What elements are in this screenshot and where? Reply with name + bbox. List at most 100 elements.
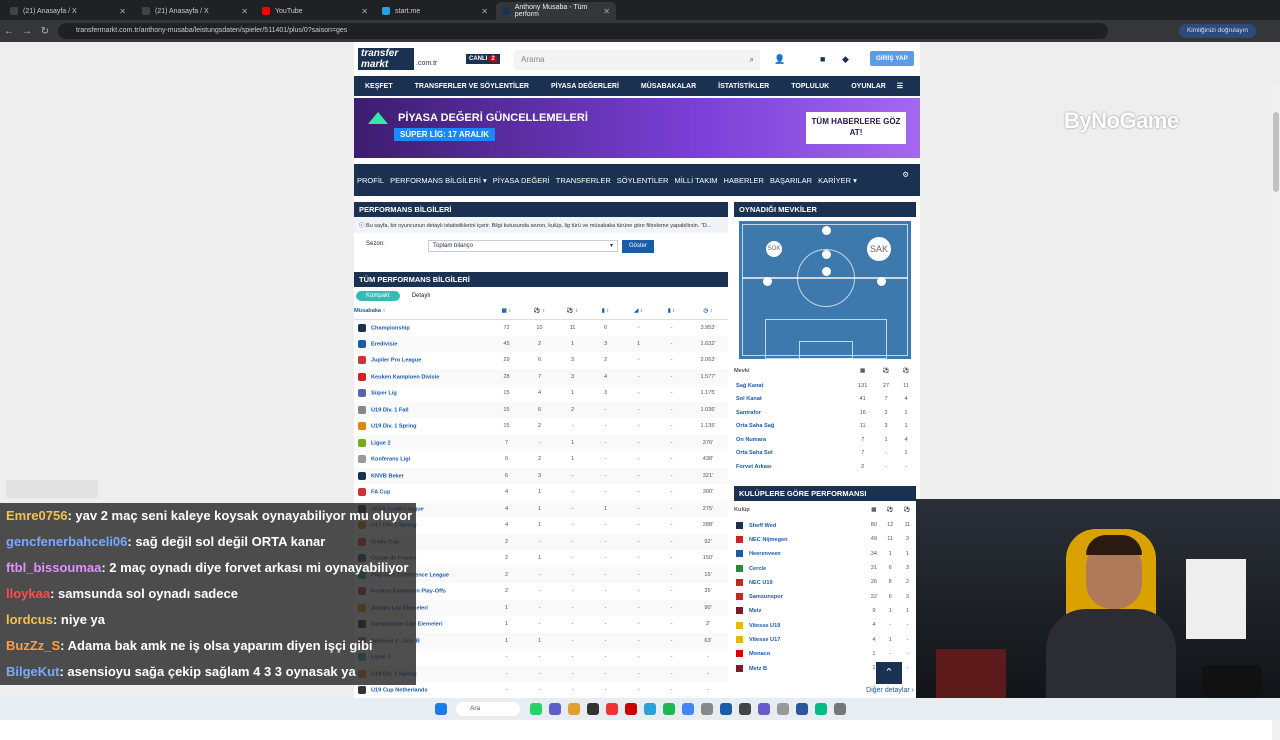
browser-tab[interactable]: start.me ✕ bbox=[376, 2, 494, 20]
table-header-cell[interactable]: ⚽ ↕ bbox=[556, 303, 589, 320]
competition-name[interactable]: U19 Div. 1 Fall bbox=[371, 407, 409, 413]
user-settings-icon[interactable]: 👤 bbox=[774, 54, 785, 65]
competition-cell[interactable]: Ligue 2 bbox=[354, 434, 490, 451]
competition-cell[interactable]: Konferans Ligi bbox=[354, 451, 490, 468]
youtube-icon[interactable] bbox=[605, 703, 618, 715]
competition-name[interactable]: Keuken Kampioen Divisie bbox=[371, 374, 439, 380]
table-header-cell[interactable]: ◢ ↕ bbox=[622, 303, 655, 320]
browser-tab[interactable]: (21) Anasayfa / X ✕ bbox=[136, 2, 254, 20]
shield-icon[interactable]: ◆ bbox=[842, 54, 849, 65]
club-cell[interactable]: Samsunspor bbox=[734, 589, 866, 603]
back-icon[interactable]: ← bbox=[0, 26, 18, 37]
competition-name[interactable]: KNVB Beker bbox=[371, 473, 404, 479]
game-icon[interactable] bbox=[814, 703, 827, 715]
club-cell[interactable]: NEC Nijmegen bbox=[734, 532, 866, 546]
club-name[interactable]: Vitesse U17 bbox=[749, 637, 780, 643]
season-select[interactable]: Toplam bilanço ▾ bbox=[428, 240, 618, 252]
start-icon[interactable] bbox=[434, 703, 447, 715]
competition-name[interactable]: Championship bbox=[371, 325, 410, 331]
club-cell[interactable]: Metz B bbox=[734, 661, 866, 675]
club-name[interactable]: Cercle bbox=[749, 566, 766, 572]
table-header-cell[interactable]: ▮ ↕ bbox=[655, 303, 688, 320]
table-header-cell[interactable]: ▮ ↕ bbox=[589, 303, 622, 320]
club-cell[interactable]: Vitesse U17 bbox=[734, 632, 866, 646]
telegram-icon[interactable] bbox=[643, 703, 656, 715]
main-nav-item[interactable]: MÜSABAKALAR bbox=[641, 83, 696, 90]
club-name[interactable]: NEC Nijmegen bbox=[749, 537, 788, 543]
table-header-cell[interactable]: ◷ ↕ bbox=[688, 303, 728, 320]
competition-name[interactable]: Jupiler Pro League bbox=[371, 358, 421, 364]
info-bar[interactable]: ⓘ Bu sayfa, bir oyuncunun detaylı istati… bbox=[354, 217, 728, 233]
competition-cell[interactable]: Eredivisie bbox=[354, 335, 490, 352]
table-header-cell[interactable]: Müsabaka ↕ bbox=[354, 303, 490, 320]
main-nav-item[interactable]: OYUNLAR bbox=[851, 83, 886, 90]
verify-identity-button[interactable]: Kimliğinizi doğrulayın bbox=[1178, 24, 1256, 38]
close-icon[interactable]: ✕ bbox=[361, 7, 368, 16]
club-row[interactable]: Heerenveen 34 1 1 bbox=[734, 547, 916, 561]
settings-icon[interactable] bbox=[700, 703, 713, 715]
club-cell[interactable]: Monaco bbox=[734, 647, 866, 661]
competition-cell[interactable]: U19 Div. 1 Fall bbox=[354, 401, 490, 418]
competition-cell[interactable]: Keuken Kampioen Divisie bbox=[354, 368, 490, 385]
club-row[interactable]: NEC Nijmegen 49 11 3 bbox=[734, 532, 916, 546]
competition-name[interactable]: Eredivisie bbox=[371, 341, 397, 347]
profile-nav-item[interactable]: HABERLER bbox=[724, 176, 764, 185]
spotify-icon[interactable] bbox=[662, 703, 675, 715]
close-icon[interactable]: ✕ bbox=[603, 7, 610, 16]
club-cell[interactable]: Metz bbox=[734, 604, 866, 618]
transfermarkt-logo[interactable]: transfer markt bbox=[358, 48, 414, 70]
scrollbar-thumb[interactable] bbox=[1273, 112, 1279, 192]
more-details-link[interactable]: Diğer detaylar › bbox=[866, 687, 914, 694]
profile-nav-item[interactable]: PİYASA DEĞERİ bbox=[493, 176, 550, 185]
url-input[interactable]: transfermarkt.com.tr/anthony-musaba/leis… bbox=[58, 23, 1108, 39]
competition-name[interactable]: U19 Cup Netherlands bbox=[371, 688, 428, 694]
club-row[interactable]: Cercle 31 6 3 bbox=[734, 561, 916, 575]
club-row[interactable]: Samsunspor 22 6 3 bbox=[734, 589, 916, 603]
club-row[interactable]: NEC U19 26 8 2 bbox=[734, 575, 916, 589]
competition-cell[interactable]: Süper Lig bbox=[354, 385, 490, 402]
competition-cell[interactable]: KNVB Beker bbox=[354, 467, 490, 484]
club-name[interactable]: Sheff Wed bbox=[749, 523, 776, 529]
promo-banner[interactable]: PİYASA DEĞERİ GÜNCELLEMELERİ SÜPER LİG: … bbox=[354, 98, 920, 158]
club-row[interactable]: Vitesse U19 4 - - bbox=[734, 618, 916, 632]
x-icon[interactable] bbox=[586, 703, 599, 715]
close-icon[interactable]: ✕ bbox=[119, 7, 126, 16]
club-name[interactable]: Vitesse U19 bbox=[749, 623, 780, 629]
club-name[interactable]: Monaco bbox=[749, 651, 770, 657]
club-name[interactable]: Heerenveen bbox=[749, 551, 781, 557]
main-nav-item[interactable]: İSTATİSTİKLER bbox=[718, 83, 769, 90]
browser-tab[interactable]: Anthony Musaba - Tüm perform ✕ bbox=[496, 2, 616, 20]
club-name[interactable]: Metz B bbox=[749, 666, 767, 672]
taskbar-search[interactable]: Ara bbox=[456, 702, 520, 716]
live-badge[interactable]: CANLI 2 bbox=[466, 54, 500, 64]
main-nav-item[interactable]: KEŞFET bbox=[365, 83, 393, 90]
profile-nav-item[interactable]: PROFİL bbox=[357, 176, 384, 185]
chrome-icon[interactable] bbox=[681, 703, 694, 715]
back-to-top-button[interactable]: ⌃ bbox=[876, 662, 902, 684]
discord-icon[interactable] bbox=[548, 703, 561, 715]
competition-name[interactable]: Ligue 2 bbox=[371, 440, 391, 446]
close-icon[interactable]: ✕ bbox=[241, 7, 248, 16]
club-cell[interactable]: Vitesse U19 bbox=[734, 618, 866, 632]
tab-detailed[interactable]: Detaylı bbox=[402, 291, 441, 301]
login-button[interactable]: GİRİŞ YAP bbox=[869, 51, 914, 66]
profile-nav-item[interactable]: MİLLİ TAKIM bbox=[674, 176, 717, 185]
tool-icon[interactable] bbox=[776, 703, 789, 715]
club-name[interactable]: Metz bbox=[749, 608, 761, 614]
bookmark-icon[interactable]: ■ bbox=[820, 54, 825, 64]
club-name[interactable]: NEC U19 bbox=[749, 580, 773, 586]
app-icon[interactable] bbox=[719, 703, 732, 715]
search-icon[interactable]: ⌕ bbox=[750, 50, 754, 70]
table-header-cell[interactable]: ▦ ↕ bbox=[490, 303, 523, 320]
main-nav-item[interactable]: TRANSFERLER VE SÖYLENTİLER bbox=[415, 83, 529, 90]
competition-cell[interactable]: Championship bbox=[354, 319, 490, 336]
obs-icon[interactable] bbox=[833, 703, 846, 715]
edge-icon[interactable] bbox=[795, 703, 808, 715]
club-cell[interactable]: NEC U19 bbox=[734, 575, 866, 589]
menu-icon[interactable]: ☰ bbox=[897, 82, 903, 90]
browser-tab[interactable]: (21) Anasayfa / X ✕ bbox=[4, 2, 132, 20]
show-button[interactable]: Göster bbox=[622, 240, 654, 253]
club-cell[interactable]: Heerenveen bbox=[734, 547, 866, 561]
competition-name[interactable]: U19 Div. 1 Spring bbox=[371, 424, 417, 430]
folder-icon[interactable] bbox=[567, 703, 580, 715]
